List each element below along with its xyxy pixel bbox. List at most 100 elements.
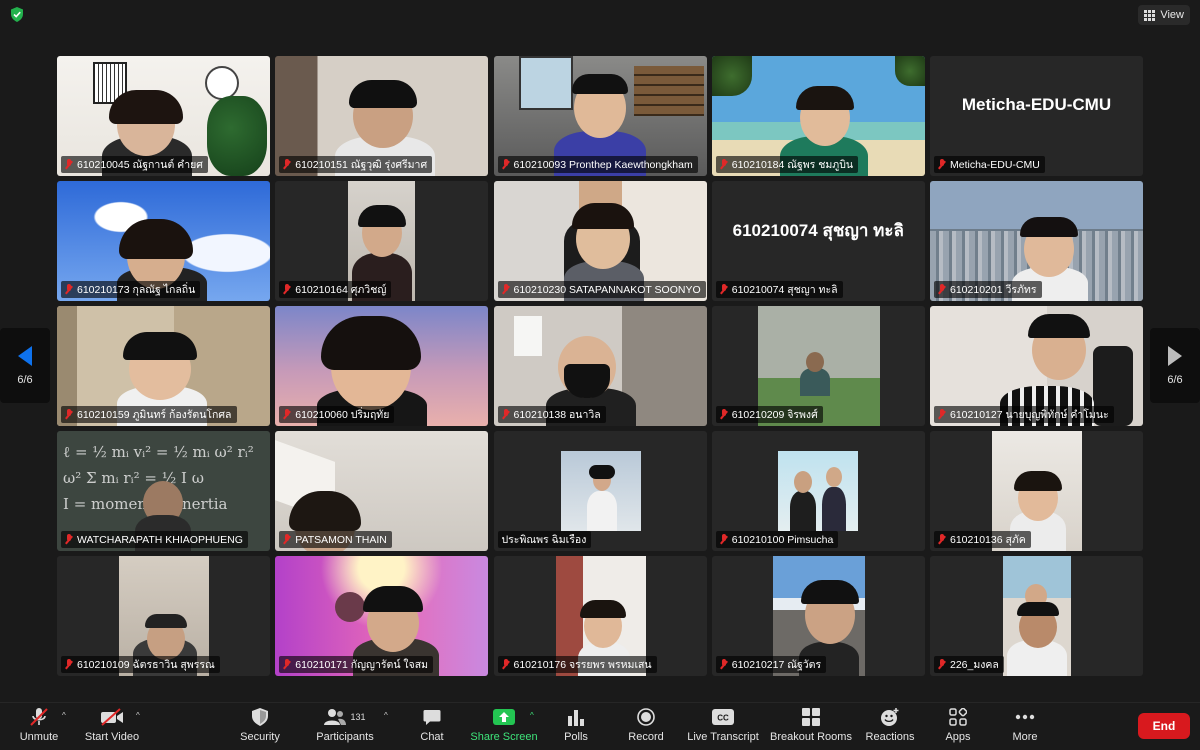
participant-tile[interactable]: 610210138 อนาวิล bbox=[493, 306, 707, 426]
muted-mic-icon bbox=[938, 159, 946, 170]
start-video-button[interactable]: Start Video bbox=[84, 707, 140, 743]
next-page-button[interactable]: 6/6 bbox=[1150, 328, 1200, 403]
muted-mic-icon bbox=[283, 534, 291, 545]
participant-name: 610210136 สุภัค bbox=[950, 534, 1026, 546]
participant-tile[interactable]: ประพิณพร ฉิมเรือง bbox=[493, 431, 707, 551]
muted-mic-icon bbox=[65, 659, 73, 670]
reactions-button[interactable]: Reactions bbox=[866, 707, 914, 743]
participant-tile[interactable]: 610210176 จรรยพร พรหมเสน bbox=[493, 556, 707, 676]
chat-bubble-icon bbox=[423, 709, 441, 725]
participant-tile[interactable]: 610210171 กัญญารัตน์ ใจสม bbox=[275, 556, 489, 676]
chat-label: Chat bbox=[420, 731, 444, 743]
participant-tile[interactable]: 610210173 กุลณัฐ ไกลถิ่น bbox=[57, 181, 270, 301]
participant-tile[interactable]: PATSAMON THAIN bbox=[275, 431, 489, 551]
security-shield-icon bbox=[252, 708, 268, 726]
participant-tile[interactable]: 610210151 ณัฐวุฒิ รุ่งศรีมาศ bbox=[275, 56, 489, 176]
muted-mic-icon bbox=[720, 284, 728, 295]
more-button[interactable]: More bbox=[1010, 707, 1040, 743]
video-options-caret-icon[interactable]: ^ bbox=[136, 711, 140, 720]
participant-tile[interactable]: 610210074 สุชญา ทะลิ 610210074 สุชญา ทะล… bbox=[711, 181, 925, 301]
more-ellipsis-icon bbox=[1015, 714, 1035, 720]
breakout-rooms-button[interactable]: Breakout Rooms bbox=[770, 707, 852, 743]
participant-name: 610210093 Pronthep Kaewthongkham bbox=[513, 158, 693, 171]
share-screen-label: Share Screen bbox=[470, 731, 538, 743]
participant-tile[interactable]: Meticha-EDU-CMU Meticha-EDU-CMU bbox=[930, 56, 1143, 176]
share-screen-button[interactable]: Share Screen bbox=[470, 707, 538, 743]
participants-button[interactable]: 131 Participants bbox=[314, 707, 376, 743]
participants-count: 131 bbox=[350, 712, 366, 722]
participants-icon bbox=[324, 709, 347, 725]
participant-tile[interactable]: 610210109 ฉัตรธาวิน สุพรรณ bbox=[57, 556, 270, 676]
unmute-button[interactable]: Unmute bbox=[16, 707, 62, 743]
apps-icon bbox=[949, 708, 967, 726]
participant-name: 610210109 ฉัตรธาวิน สุพรรณ bbox=[77, 659, 215, 671]
more-label: More bbox=[1012, 731, 1038, 743]
record-label: Record bbox=[628, 731, 664, 743]
participant-tile[interactable]: 610210230 SATAPANNAKOT SOONYO bbox=[493, 181, 707, 301]
participant-name: 610210138 อนาวิล bbox=[513, 409, 601, 421]
security-button[interactable]: Security bbox=[238, 707, 282, 743]
participant-tile[interactable]: 610210164 ศุภวิชญ์ bbox=[275, 181, 489, 301]
reactions-label: Reactions bbox=[865, 731, 915, 743]
polls-label: Polls bbox=[564, 731, 588, 743]
muted-mic-icon bbox=[502, 659, 510, 670]
polls-chart-icon bbox=[568, 709, 584, 726]
audio-options-caret-icon[interactable]: ^ bbox=[62, 711, 66, 720]
participant-tile[interactable]: 610210093 Pronthep Kaewthongkham bbox=[493, 56, 707, 176]
participant-name: WATCHARAPATH KHIAOPHUENG bbox=[77, 533, 243, 546]
muted-mic-icon bbox=[938, 534, 946, 545]
muted-mic-icon bbox=[283, 659, 291, 670]
page-indicator: 6/6 bbox=[1167, 373, 1183, 386]
participant-tile[interactable]: 610210201 วีรภัทร bbox=[930, 181, 1143, 301]
muted-mic-icon bbox=[720, 659, 728, 670]
participant-tile[interactable]: 610210217 ณัฐวัตร bbox=[711, 556, 925, 676]
muted-mic-icon bbox=[720, 534, 728, 545]
reactions-smiley-icon bbox=[881, 707, 899, 726]
breakout-rooms-label: Breakout Rooms bbox=[770, 731, 852, 743]
participant-tile[interactable]: 610210159 ภูมินทร์ ก้องรัตนโกศล bbox=[57, 306, 270, 426]
previous-page-button[interactable]: 6/6 bbox=[0, 328, 50, 403]
participant-tile[interactable]: 610210045 ณัฐกานต์ คำยศ bbox=[57, 56, 270, 176]
participant-name: PATSAMON THAIN bbox=[295, 533, 387, 546]
unmute-label: Unmute bbox=[19, 731, 59, 743]
security-label: Security bbox=[240, 731, 280, 743]
participants-caret-icon[interactable]: ^ bbox=[384, 711, 388, 720]
participant-name: 610210217 ณัฐวัตร bbox=[731, 659, 822, 671]
muted-mic-icon bbox=[65, 159, 73, 170]
view-button[interactable]: View bbox=[1138, 5, 1190, 25]
muted-mic-icon bbox=[938, 659, 946, 670]
apps-label: Apps bbox=[945, 731, 971, 743]
participant-name: 610210209 จิรพงศ์ bbox=[731, 409, 818, 421]
participant-tile[interactable]: 610210060 ปริ่มฤทัย bbox=[275, 306, 489, 426]
participant-name: 610210173 กุลณัฐ ไกลถิ่น bbox=[77, 284, 196, 296]
participant-tile[interactable]: 610210209 จิรพงศ์ bbox=[711, 306, 925, 426]
end-meeting-button[interactable]: End bbox=[1138, 713, 1190, 739]
muted-mic-icon bbox=[720, 409, 728, 420]
encryption-shield-icon[interactable] bbox=[10, 7, 24, 22]
participant-name: 610210127 นายบุญพิทักษ์ คำโมนะ bbox=[950, 409, 1109, 421]
participant-name: 610210171 กัญญารัตน์ ใจสม bbox=[295, 659, 429, 671]
polls-button[interactable]: Polls bbox=[562, 707, 590, 743]
participant-tile[interactable]: 610210184 ณัฐพร ชมภูบิน bbox=[711, 56, 925, 176]
participant-tile[interactable]: 610210127 นายบุญพิทักษ์ คำโมนะ bbox=[930, 306, 1143, 426]
apps-button[interactable]: Apps bbox=[944, 707, 972, 743]
share-options-caret-icon[interactable]: ^ bbox=[530, 711, 534, 720]
view-label: View bbox=[1160, 9, 1184, 21]
participant-tile[interactable]: 610210100 Pimsucha bbox=[711, 431, 925, 551]
chat-button[interactable]: Chat bbox=[418, 707, 446, 743]
muted-mic-icon bbox=[938, 284, 946, 295]
participant-tile[interactable]: 610210136 สุภัค bbox=[930, 431, 1143, 551]
record-button[interactable]: Record bbox=[626, 707, 666, 743]
participants-label: Participants bbox=[316, 731, 374, 743]
muted-mic-icon bbox=[65, 284, 73, 295]
muted-mic-icon bbox=[65, 409, 73, 420]
gallery-grid: 610210045 ณัฐกานต์ คำยศ 610210151 ณัฐวุฒ… bbox=[57, 56, 1143, 676]
participant-tile[interactable]: ℓ = ½ mᵢ vᵢ² = ½ mᵢ ω² rᵢ² ω² Σ mᵢ rᵢ² = … bbox=[57, 431, 270, 551]
live-transcript-label: Live Transcript bbox=[687, 731, 759, 743]
video-camera-off-icon bbox=[101, 708, 123, 726]
live-transcript-button[interactable]: CC Live Transcript bbox=[687, 707, 759, 743]
arrow-left-icon bbox=[18, 345, 32, 366]
muted-mic-icon bbox=[65, 534, 73, 545]
muted-mic-icon bbox=[283, 409, 291, 420]
participant-tile[interactable]: 226_มงคล bbox=[930, 556, 1143, 676]
